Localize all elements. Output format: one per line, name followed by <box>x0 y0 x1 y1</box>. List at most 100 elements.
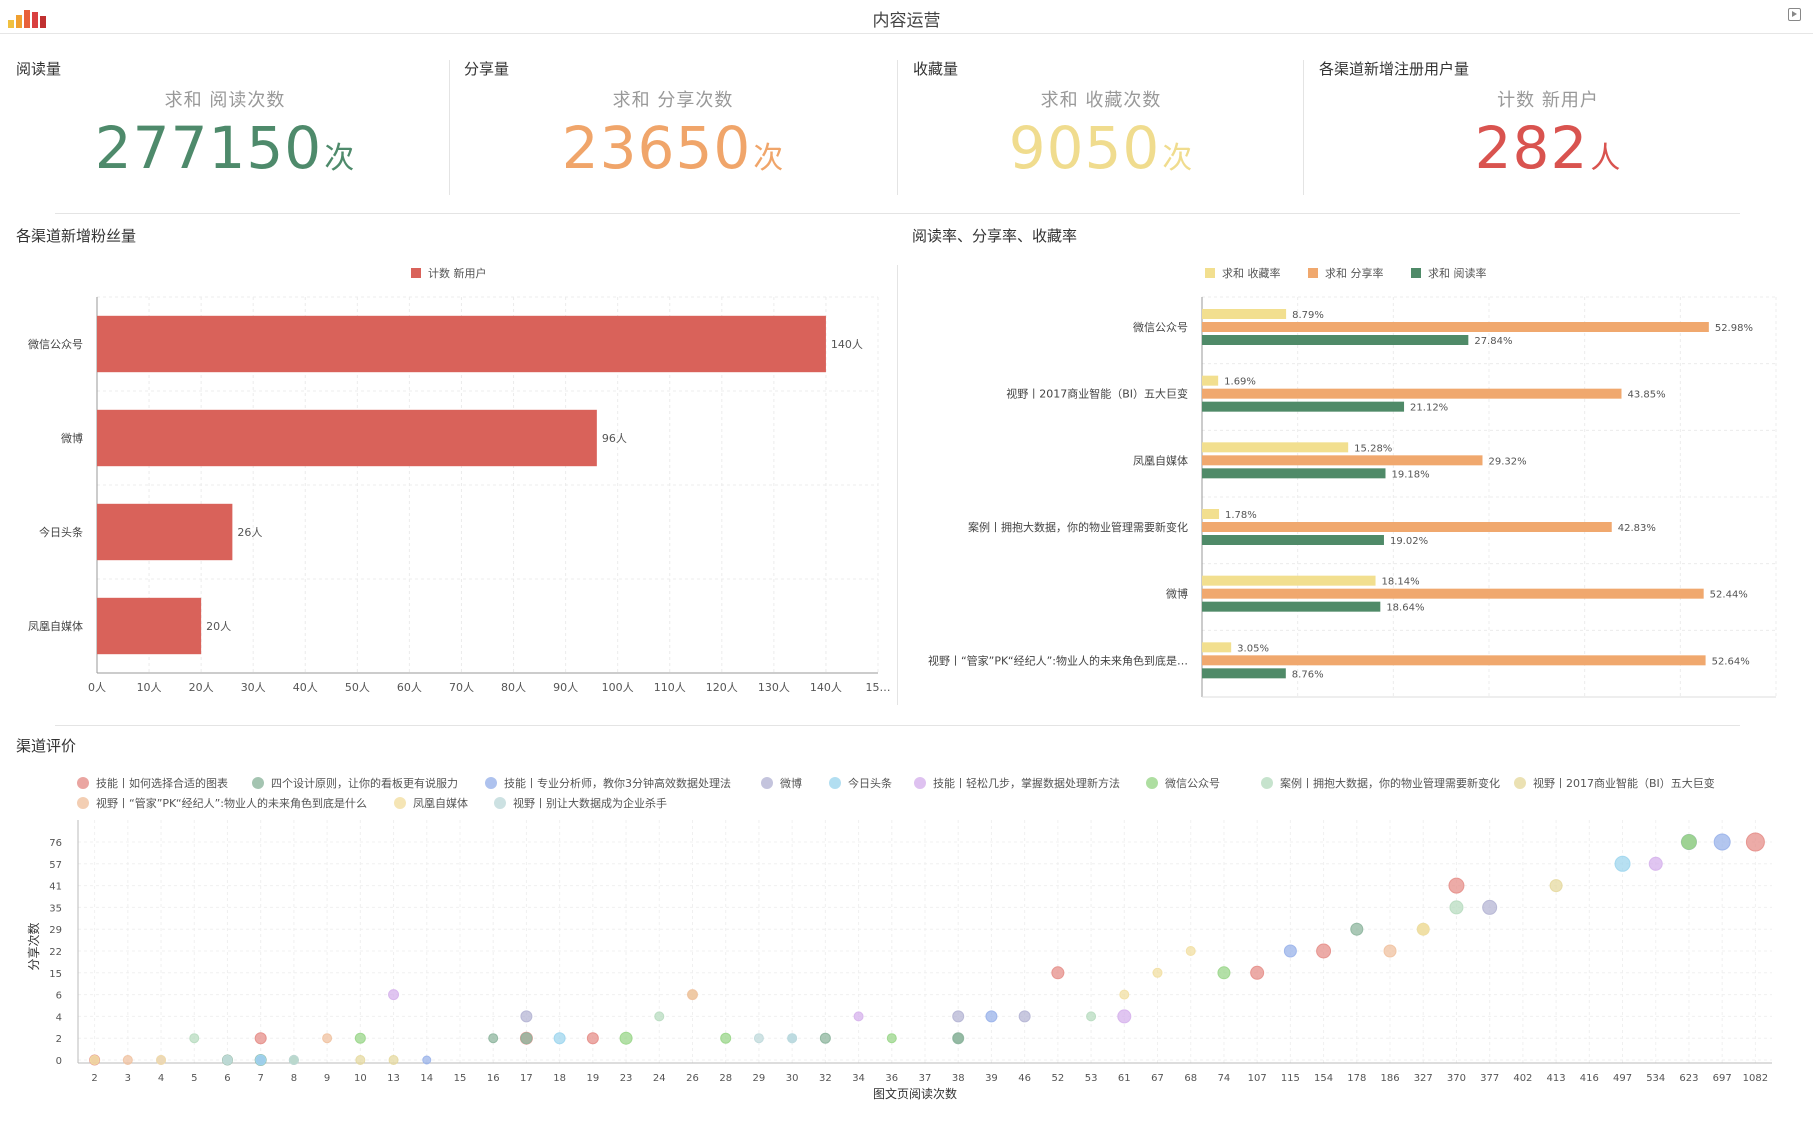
x-tick-label: 26 <box>686 1073 699 1084</box>
x-tick-label: 623 <box>1679 1073 1698 1084</box>
data-point <box>1018 1010 1031 1023</box>
y-tick-label: 22 <box>49 947 62 958</box>
legend-swatch <box>761 777 773 789</box>
bar <box>1202 455 1483 466</box>
data-label: 21.12% <box>1410 403 1448 414</box>
x-tick-label: 52 <box>1051 1073 1064 1084</box>
kpi-card-share: 分享量 求和 分享次数 23650次 <box>448 50 898 200</box>
data-point <box>1086 1011 1097 1022</box>
kpi-card-register: 各渠道新增注册用户量 计数 新用户 282人 <box>1303 50 1793 200</box>
x-tick-label: 32 <box>819 1073 832 1084</box>
fans-bar-chart: 计数 新用户微信公众号 140人微博 96人今日头条 26人凤凰自媒体 20人0人 10人… <box>28 266 890 694</box>
kpi-label: 各渠道新增注册用户量 <box>1319 60 1470 78</box>
data-label: 18.14% <box>1382 577 1420 588</box>
legend-label: 四个设计原则，让你的看板更有说服力 <box>271 776 458 790</box>
data-point <box>586 1032 599 1045</box>
data-point <box>1482 899 1498 915</box>
data-point <box>1614 855 1631 872</box>
data-point <box>1417 923 1430 936</box>
y-tick-label: 41 <box>49 882 62 893</box>
legend-label: 技能丨轻松几步，掌握数据处理新方法 <box>933 776 1120 790</box>
bar <box>1202 442 1349 453</box>
y-tick-label: 35 <box>49 903 62 914</box>
x-tick-label: 74 <box>1218 1073 1231 1084</box>
x-tick-label: 19 <box>586 1073 599 1084</box>
data-point <box>355 1055 366 1065</box>
data-label: 26人 <box>237 526 262 539</box>
bar <box>97 503 233 561</box>
data-label: 19.18% <box>1391 469 1429 480</box>
x-tick-label: 39 <box>985 1073 998 1084</box>
data-point <box>388 989 400 1001</box>
legend-swatch <box>1411 268 1421 278</box>
x-tick-label: 80人 <box>501 681 526 694</box>
section-title-eval: 渠道评价 <box>16 737 77 755</box>
kpi-sub: 计数 新用户 <box>1497 90 1599 111</box>
x-tick-label: 50人 <box>345 681 370 694</box>
x-tick-label: 0人 <box>88 681 106 694</box>
data-point <box>520 1010 533 1023</box>
category-label: 案例丨拥抱大数据，你的物业管理需要新变化 <box>968 520 1188 534</box>
x-tick-label: 130人 <box>758 681 790 694</box>
x-tick-label: 61 <box>1118 1073 1131 1084</box>
top-bar: 内容运营 <box>0 0 1813 34</box>
x-tick-label: 5 <box>191 1073 197 1084</box>
data-point <box>1449 900 1464 915</box>
data-point <box>787 1033 798 1044</box>
x-tick-label: 70人 <box>449 681 474 694</box>
section-title-rates: 阅读率、分享率、收藏率 <box>912 227 1078 245</box>
data-point <box>1217 966 1231 980</box>
data-label: 52.44% <box>1710 590 1748 601</box>
legend-swatch <box>485 777 497 789</box>
x-tick-label: 10人 <box>137 681 162 694</box>
bar <box>1202 588 1704 599</box>
y-tick-label: 76 <box>49 838 62 849</box>
x-tick-label: 36 <box>885 1073 898 1084</box>
kpi-value: 9050次 <box>897 114 1305 182</box>
x-tick-label: 402 <box>1513 1073 1532 1084</box>
kpi-label: 阅读量 <box>16 60 62 78</box>
page-title: 内容运营 <box>872 11 941 31</box>
x-tick-label: 107 <box>1248 1073 1267 1084</box>
data-point <box>222 1055 233 1065</box>
data-point <box>952 1010 965 1023</box>
kpi-value: 282人 <box>1303 114 1793 182</box>
x-axis-title: 图文页阅读次数 <box>873 1086 957 1101</box>
y-tick-label: 0 <box>56 1056 62 1067</box>
x-tick-label: 18 <box>553 1073 566 1084</box>
category-label: 微信公众号 <box>28 337 83 351</box>
data-label: 8.76% <box>1292 669 1324 680</box>
data-point <box>1316 943 1332 959</box>
data-label: 18.64% <box>1386 603 1424 614</box>
data-point <box>753 1033 764 1044</box>
data-point <box>1051 966 1065 980</box>
legend-swatch <box>1205 268 1215 278</box>
expand-icon[interactable] <box>1788 8 1801 21</box>
category-label: 凤凰自媒体 <box>28 619 83 633</box>
x-tick-label: 40人 <box>293 681 318 694</box>
x-tick-label: 16 <box>487 1073 500 1084</box>
data-point <box>619 1031 633 1045</box>
x-tick-label: 29 <box>753 1073 766 1084</box>
x-tick-label: 154 <box>1314 1073 1333 1084</box>
divider <box>55 725 1740 726</box>
kpi-sub: 求和 阅读次数 <box>164 90 286 111</box>
data-point <box>1185 946 1196 956</box>
legend-label: 微博 <box>780 776 802 790</box>
x-tick-label: 2 <box>91 1073 97 1084</box>
bar <box>1202 309 1287 319</box>
x-tick-label: 413 <box>1547 1073 1566 1084</box>
data-point <box>720 1032 732 1044</box>
bar <box>1202 655 1706 666</box>
bar <box>1202 668 1286 679</box>
data-label: 52.64% <box>1712 656 1750 667</box>
bar <box>97 409 597 467</box>
legend-swatch <box>1514 777 1526 789</box>
legend-label: 技能丨如何选择合适的图表 <box>96 776 228 790</box>
x-tick-label: 377 <box>1480 1073 1499 1084</box>
data-point <box>322 1033 333 1044</box>
x-tick-label: 140人 <box>810 681 842 694</box>
data-point <box>422 1055 432 1065</box>
data-label: 43.85% <box>1627 390 1665 401</box>
legend-label: 求和 分享率 <box>1325 266 1384 280</box>
